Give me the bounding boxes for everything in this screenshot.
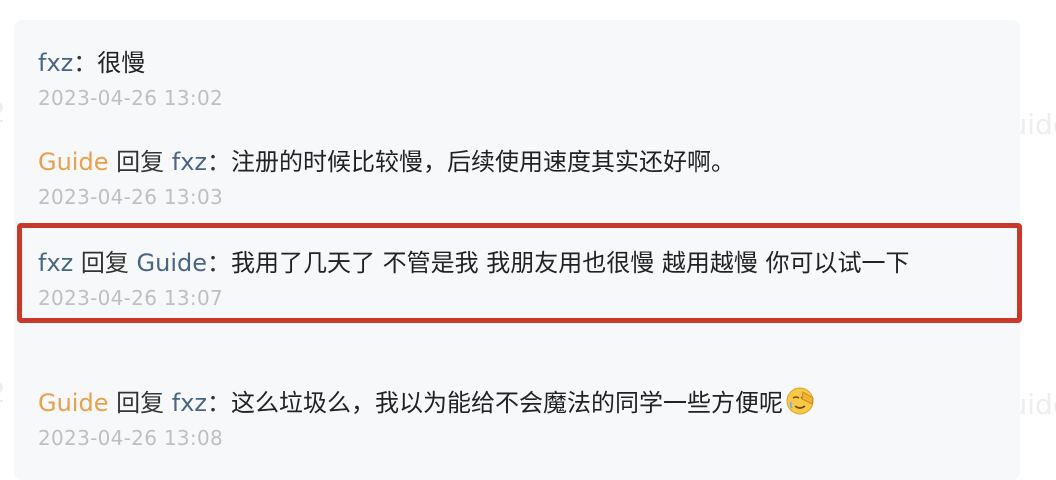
- reply-label: 回复: [116, 389, 165, 417]
- comment-line: fxz：很慢: [38, 44, 1008, 82]
- comment-item: fxz：很慢 2023-04-26 13:02: [38, 44, 1008, 110]
- comment-author[interactable]: fxz: [38, 249, 73, 277]
- comment-timestamp: 2023-04-26 13:02: [38, 86, 224, 110]
- comment-line: Guide 回复 fxz：这么垃圾么，我以为能给不会魔法的同学一些方便呢: [38, 384, 1008, 422]
- watermark-left-top: 2: [0, 96, 6, 129]
- reply-target[interactable]: fxz: [172, 389, 207, 417]
- watermark-left-bottom: 2: [0, 376, 6, 409]
- comment-text: 我用了几天了 不管是我 我朋友用也很慢 越用越慢 你可以试一下: [231, 249, 910, 277]
- comment-author[interactable]: Guide: [38, 389, 108, 417]
- reply-label: 回复: [80, 249, 129, 277]
- facepalm-emoji-icon: [785, 386, 815, 416]
- comment-colon: ：: [73, 49, 98, 77]
- comment-colon: ：: [207, 389, 232, 417]
- comment-timestamp: 2023-04-26 13:08: [38, 426, 224, 450]
- comment-timestamp: 2023-04-26 13:03: [38, 185, 224, 209]
- comment-line: fxz 回复 Guide：我用了几天了 不管是我 我朋友用也很慢 越用越慢 你可…: [38, 244, 998, 282]
- comment-item: Guide 回复 fxz：注册的时候比较慢，后续使用速度其实还好啊。 2023-…: [38, 143, 1008, 209]
- reply-label: 回复: [116, 148, 165, 176]
- comment-author[interactable]: fxz: [38, 49, 73, 77]
- comment-item: Guide 回复 fxz：这么垃圾么，我以为能给不会魔法的同学一些方便呢 202…: [38, 384, 1008, 450]
- comment-author[interactable]: Guide: [38, 148, 108, 176]
- comment-line: Guide 回复 fxz：注册的时候比较慢，后续使用速度其实还好啊。: [38, 143, 1008, 181]
- comment-text: 注册的时候比较慢，后续使用速度其实还好啊。: [231, 148, 736, 176]
- comment-colon: ：: [207, 148, 232, 176]
- reply-target[interactable]: fxz: [172, 148, 207, 176]
- comment-text: 很慢: [97, 49, 146, 77]
- comment-timestamp: 2023-04-26 13:07: [38, 286, 224, 310]
- comment-item-highlighted: fxz 回复 Guide：我用了几天了 不管是我 我朋友用也很慢 越用越慢 你可…: [38, 244, 1008, 310]
- reply-target[interactable]: Guide: [137, 249, 207, 277]
- comment-text: 这么垃圾么，我以为能给不会魔法的同学一些方便呢: [231, 389, 784, 417]
- comment-colon: ：: [207, 249, 232, 277]
